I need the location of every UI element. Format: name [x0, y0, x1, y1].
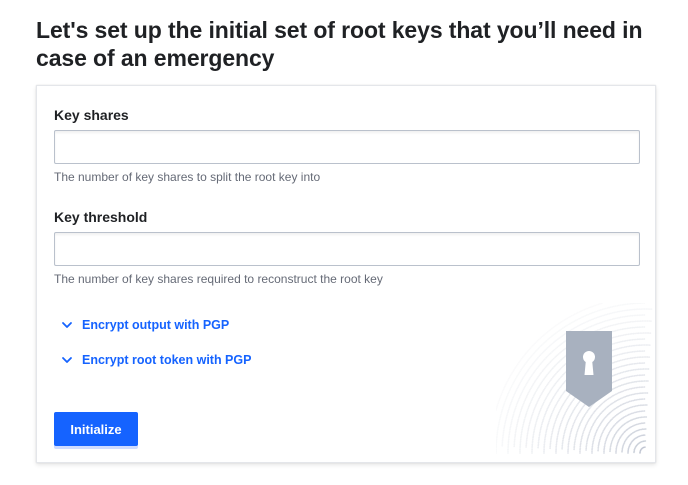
keyhole-shield-icon — [566, 331, 612, 407]
toggle-label: Encrypt root token with PGP — [82, 353, 252, 367]
key-threshold-label: Key threshold — [54, 209, 148, 225]
toggle-label: Encrypt output with PGP — [82, 318, 230, 332]
init-form-card: Key shares The number of key shares to s… — [36, 85, 656, 463]
key-shares-field: Key shares The number of key shares to s… — [54, 106, 640, 184]
toggle-encrypt-root-token-pgp[interactable]: Encrypt root token with PGP — [61, 353, 251, 367]
chevron-down-icon — [61, 319, 73, 331]
init-page: Let's set up the initial set of root key… — [0, 0, 688, 485]
page-title: Let's set up the initial set of root key… — [36, 17, 643, 71]
key-threshold-field: Key threshold The number of key shares r… — [54, 208, 640, 286]
decorative-dot-pattern — [496, 303, 653, 454]
initialize-button[interactable]: Initialize — [54, 412, 138, 446]
chevron-down-icon — [61, 354, 73, 366]
key-shares-help: The number of key shares to split the ro… — [54, 170, 321, 184]
key-threshold-input[interactable] — [54, 232, 640, 266]
key-shares-label: Key shares — [54, 107, 129, 123]
toggle-encrypt-output-pgp[interactable]: Encrypt output with PGP — [61, 318, 229, 332]
key-shares-input[interactable] — [54, 130, 640, 164]
key-threshold-help: The number of key shares required to rec… — [54, 272, 383, 286]
